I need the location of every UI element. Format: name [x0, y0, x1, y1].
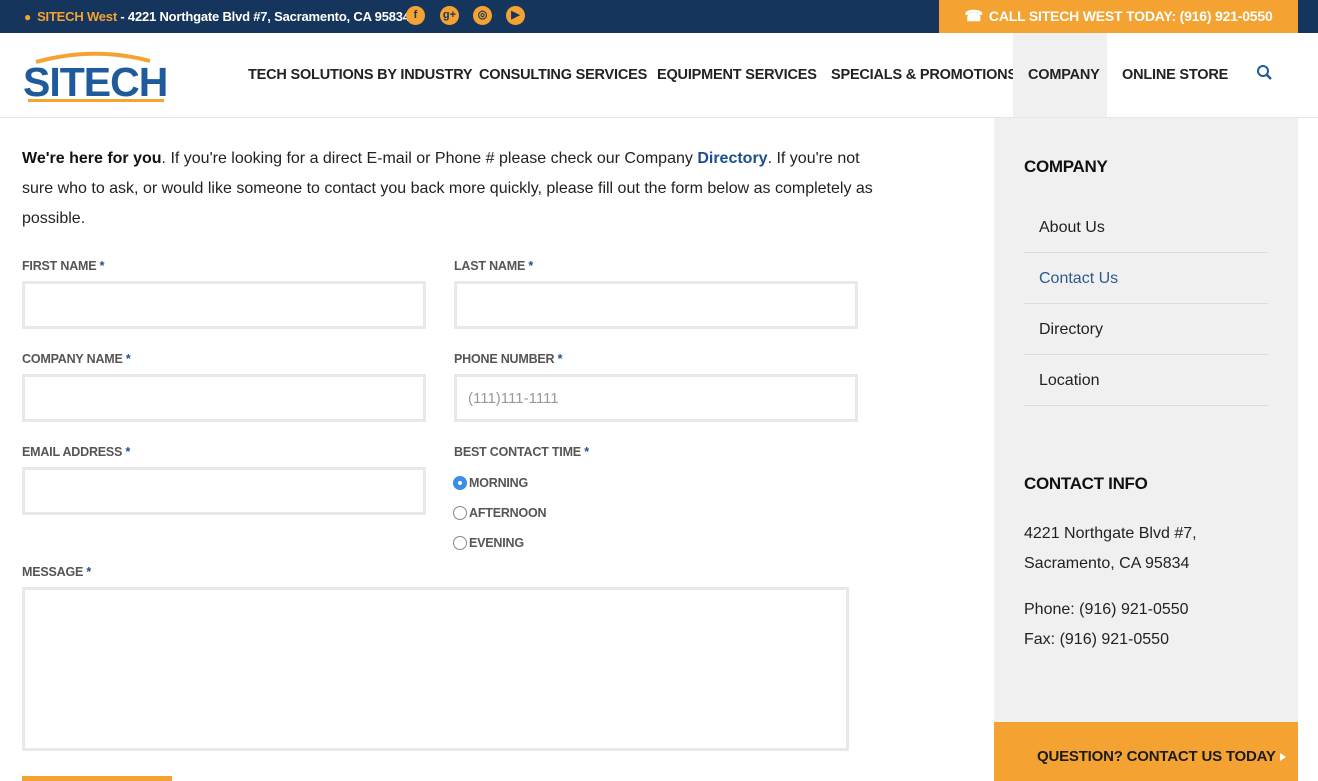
- company-name-label-text: COMPANY NAME: [22, 352, 123, 366]
- required-mark: *: [528, 259, 534, 273]
- radio-evening-label: EVENING: [469, 536, 524, 550]
- nav-online-store[interactable]: ONLINE STORE: [1122, 33, 1228, 117]
- sitech-logo[interactable]: SITECH: [22, 49, 172, 105]
- last-name-input[interactable]: [454, 281, 858, 329]
- message-textarea[interactable]: [22, 587, 849, 751]
- phone-number-label: PHONE NUMBER *: [454, 352, 563, 366]
- location-address: - 4221 Northgate Blvd #7, Sacramento, CA…: [116, 9, 410, 24]
- last-name-label: LAST NAME *: [454, 259, 533, 273]
- best-contact-time-label: BEST CONTACT TIME *: [454, 445, 589, 459]
- search-icon[interactable]: [1256, 64, 1274, 82]
- radio-afternoon[interactable]: AFTERNOON: [453, 505, 547, 521]
- message-label-text: MESSAGE: [22, 565, 84, 579]
- header: SITECH TECH SOLUTIONS BY INDUSTRY CONSUL…: [0, 33, 1318, 118]
- instagram-icon[interactable]: ◎: [473, 6, 492, 25]
- sidebar-item-about-us[interactable]: About Us: [1024, 202, 1268, 253]
- top-bar: ● SITECH West - 4221 Northgate Blvd #7, S…: [0, 0, 1318, 33]
- phone-number-label-text: PHONE NUMBER: [454, 352, 555, 366]
- radio-morning[interactable]: MORNING: [453, 475, 528, 491]
- required-mark: *: [86, 565, 92, 579]
- google-plus-icon[interactable]: g+: [440, 6, 459, 25]
- location-text: ● SITECH West - 4221 Northgate Blvd #7, S…: [24, 0, 410, 33]
- intro-text-1: . If you're looking for a direct E-mail …: [161, 150, 698, 167]
- intro-bold: We're here for you: [22, 150, 162, 167]
- required-mark: *: [584, 445, 589, 459]
- required-mark: *: [125, 445, 131, 459]
- facebook-icon[interactable]: f: [406, 6, 425, 25]
- sidebar-item-location[interactable]: Location: [1024, 355, 1268, 406]
- required-mark: *: [99, 259, 105, 273]
- radio-morning-label: MORNING: [469, 476, 529, 490]
- sidebar-item-directory[interactable]: Directory: [1024, 304, 1268, 355]
- best-contact-time-label-text: BEST CONTACT TIME: [454, 445, 581, 459]
- first-name-label: FIRST NAME *: [22, 259, 105, 273]
- first-name-label-text: FIRST NAME: [22, 259, 97, 273]
- contact-fax: Fax: (916) 921-0550: [1024, 631, 1169, 648]
- nav-consulting-services[interactable]: CONSULTING SERVICES: [479, 33, 647, 117]
- sidebar-company-heading: COMPANY: [1024, 157, 1108, 176]
- call-button-label: CALL SITECH WEST TODAY: (916) 921-0550: [988, 8, 1273, 24]
- message-label: MESSAGE *: [22, 565, 91, 579]
- radio-afternoon-label: AFTERNOON: [469, 506, 547, 520]
- radio-button[interactable]: [453, 506, 467, 520]
- sidebar-contact-heading: CONTACT INFO: [1024, 474, 1148, 493]
- sidebar: COMPANY About Us Contact Us Directory Lo…: [994, 118, 1298, 781]
- logo-text: SITECH: [23, 59, 167, 105]
- arrow-right-icon: [1280, 753, 1286, 761]
- call-button[interactable]: ☎ CALL SITECH WEST TODAY: (916) 921-0550: [939, 0, 1298, 33]
- location-brand: SITECH West: [37, 9, 117, 24]
- sidebar-item-contact-us[interactable]: Contact Us: [1024, 253, 1268, 304]
- phone-number-input[interactable]: [454, 374, 858, 422]
- contact-address-line-1: 4221 Northgate Blvd #7,: [1024, 525, 1197, 542]
- contact-address-line-2: Sacramento, CA 95834: [1024, 555, 1190, 572]
- nav-tech-solutions[interactable]: TECH SOLUTIONS BY INDUSTRY: [248, 33, 473, 117]
- question-contact-button[interactable]: QUESTION? CONTACT US TODAY: [994, 722, 1298, 781]
- radio-evening[interactable]: EVENING: [453, 535, 524, 551]
- directory-link[interactable]: Directory: [697, 150, 767, 167]
- youtube-icon[interactable]: ▶: [506, 6, 525, 25]
- radio-button[interactable]: [453, 536, 467, 550]
- phone-icon: ☎: [964, 8, 983, 25]
- required-mark: *: [557, 352, 563, 366]
- email-input[interactable]: [22, 467, 426, 515]
- email-label-text: EMAIL ADDRESS: [22, 445, 123, 459]
- email-label: EMAIL ADDRESS *: [22, 445, 130, 459]
- nav-specials-promotions[interactable]: SPECIALS & PROMOTIONS: [831, 33, 1017, 117]
- radio-button-selected[interactable]: [453, 476, 467, 490]
- company-name-label: COMPANY NAME *: [22, 352, 131, 366]
- contact-phone: Phone: (916) 921-0550: [1024, 601, 1189, 618]
- required-mark: *: [125, 352, 131, 366]
- question-contact-label: QUESTION? CONTACT US TODAY: [1037, 748, 1276, 765]
- intro-paragraph: We're here for you. If you're looking fo…: [22, 144, 882, 234]
- company-name-input[interactable]: [22, 374, 426, 422]
- nav-equipment-services[interactable]: EQUIPMENT SERVICES: [657, 33, 817, 117]
- nav-company[interactable]: COMPANY: [1013, 33, 1107, 117]
- first-name-input[interactable]: [22, 281, 426, 329]
- map-pin-icon: ●: [24, 10, 32, 24]
- submit-button[interactable]: [22, 776, 172, 781]
- last-name-label-text: LAST NAME: [454, 259, 526, 273]
